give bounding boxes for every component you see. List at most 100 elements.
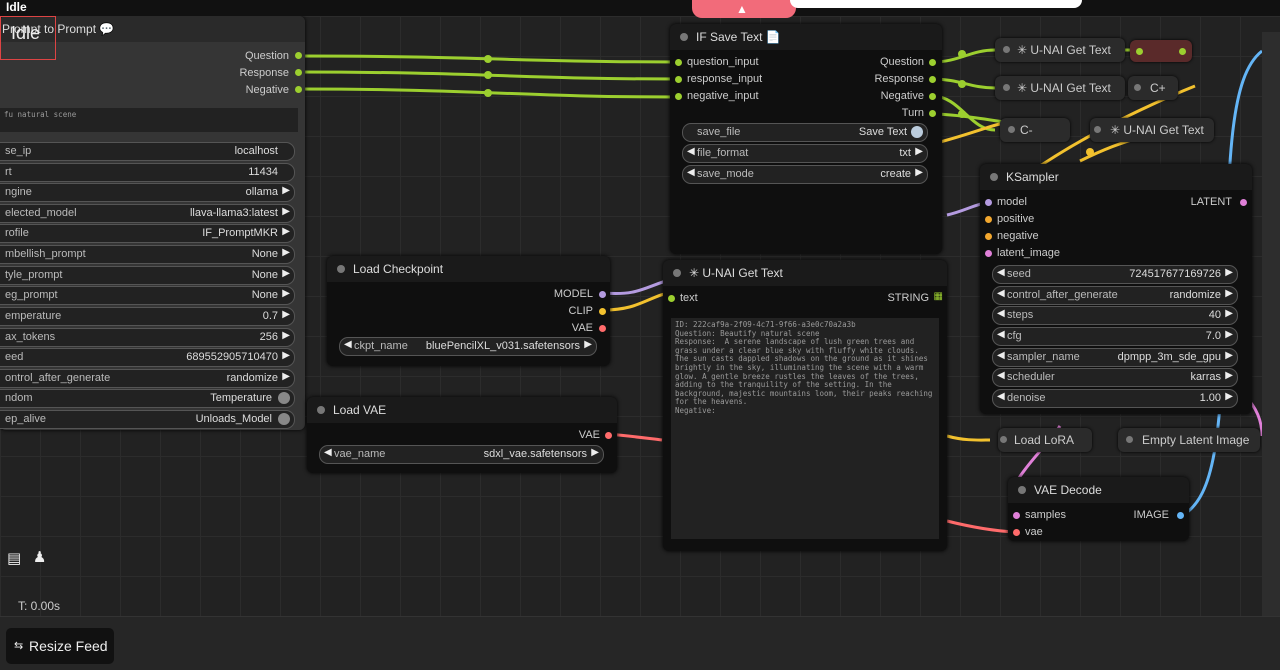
- node-header[interactable]: Load VAE: [307, 397, 617, 423]
- widget-sampler-name[interactable]: ◀ sampler_name dpmpp_3m_sde_gpu ▶: [992, 348, 1238, 367]
- arrow-right-icon[interactable]: ▶: [282, 226, 290, 237]
- node-header[interactable]: IF Save Text 📄: [670, 24, 942, 50]
- input-socket[interactable]: [675, 93, 682, 100]
- widget-save-mode[interactable]: ◀ save_mode create ▶: [682, 165, 928, 184]
- widget-scheduler[interactable]: ◀ scheduler karras ▶: [992, 368, 1238, 387]
- widget-control-after-generate[interactable]: ◀ control_after_generate randomize ▶: [992, 286, 1238, 305]
- arrow-right-icon[interactable]: ▶: [282, 371, 290, 382]
- arrow-right-icon[interactable]: ▶: [1225, 329, 1233, 340]
- collapsed-node-red[interactable]: [1130, 40, 1192, 62]
- arrow-right-icon[interactable]: ▶: [591, 447, 599, 458]
- load-lora-node[interactable]: Load LoRA: [998, 428, 1092, 452]
- input-socket[interactable]: [1136, 48, 1143, 55]
- output-socket[interactable]: [1177, 512, 1184, 519]
- widget-temperature[interactable]: emperature 0.7 ▶: [0, 307, 295, 326]
- output-socket[interactable]: [599, 291, 606, 298]
- arrow-right-icon[interactable]: ▶: [915, 146, 923, 157]
- input-socket[interactable]: [985, 199, 992, 206]
- widget-steps[interactable]: ◀ steps 40 ▶: [992, 306, 1238, 325]
- output-socket[interactable]: [295, 86, 302, 93]
- collapse-dot[interactable]: [673, 269, 681, 277]
- arrow-left-icon[interactable]: ◀: [997, 391, 1005, 402]
- resize-feed-button[interactable]: ⇆ Resize Feed: [6, 628, 114, 664]
- toggle-switch[interactable]: [278, 392, 290, 404]
- widget-seed[interactable]: ◀ seed 724517677169726 ▶: [992, 265, 1238, 284]
- collapse-dot[interactable]: [1126, 436, 1133, 443]
- arrow-right-icon[interactable]: ▶: [282, 288, 290, 299]
- input-socket[interactable]: [675, 59, 682, 66]
- queue-button[interactable]: ▲: [692, 0, 796, 18]
- u-nai-get-text-node[interactable]: ✳ U-NAI Get Text text STRING ▦ ID: 222ca…: [663, 260, 947, 551]
- u-nai-get-text-collapsed-3[interactable]: ✳ U-NAI Get Text: [1090, 118, 1214, 142]
- arrow-right-icon[interactable]: ▶: [282, 309, 290, 320]
- output-socket[interactable]: [295, 52, 302, 59]
- arrow-left-icon[interactable]: ◀: [324, 447, 332, 458]
- output-socket[interactable]: [929, 76, 936, 83]
- widget-ckpt-name[interactable]: ◀ ckpt_name bluePencilXL_v031.safetensors ▶: [339, 337, 597, 356]
- u-nai-get-text-collapsed-1[interactable]: ✳ U-NAI Get Text: [995, 38, 1125, 62]
- arrow-left-icon[interactable]: ◀: [344, 339, 352, 350]
- c-plus-node[interactable]: C+: [1128, 76, 1178, 100]
- widget-control-after-generate[interactable]: ontrol_after_generate randomize ▶: [0, 369, 295, 388]
- widget-denoise[interactable]: ◀ denoise 1.00 ▶: [992, 389, 1238, 408]
- prompt-to-prompt-node[interactable]: Prompt to Prompt 💬 Question Response Neg…: [0, 16, 305, 430]
- collapse-dot[interactable]: [1094, 126, 1101, 133]
- toggle-switch[interactable]: [278, 413, 290, 425]
- widget-base-ip[interactable]: se_ip localhost: [0, 142, 295, 161]
- arrow-left-icon[interactable]: ◀: [997, 267, 1005, 278]
- arrow-left-icon[interactable]: ◀: [997, 288, 1005, 299]
- widget-file-format[interactable]: ◀ file_format txt ▶: [682, 144, 928, 163]
- input-socket[interactable]: [1013, 529, 1020, 536]
- u-nai-get-text-collapsed-2[interactable]: ✳ U-NAI Get Text: [995, 76, 1125, 100]
- output-socket[interactable]: [929, 59, 936, 66]
- arrow-left-icon[interactable]: ◀: [997, 370, 1005, 381]
- arrow-right-icon[interactable]: ▶: [1225, 350, 1233, 361]
- widget-random[interactable]: ndom Temperature: [0, 389, 295, 408]
- input-socket[interactable]: [1013, 512, 1020, 519]
- widget-seed[interactable]: eed 689552905710470 ▶: [0, 348, 295, 367]
- output-socket[interactable]: [1179, 48, 1186, 55]
- arrow-right-icon[interactable]: ▶: [1225, 267, 1233, 278]
- widget-vae-name[interactable]: ◀ vae_name sdxl_vae.safetensors ▶: [319, 445, 604, 464]
- arrow-left-icon[interactable]: ◀: [997, 308, 1005, 319]
- arrow-right-icon[interactable]: ▶: [282, 206, 290, 217]
- arrow-left-icon[interactable]: ◀: [687, 146, 695, 157]
- arrow-right-icon[interactable]: ▶: [282, 268, 290, 279]
- collapse-dot[interactable]: [1008, 126, 1015, 133]
- node-header[interactable]: KSampler: [980, 164, 1252, 190]
- arrow-right-icon[interactable]: ▶: [1225, 370, 1233, 381]
- arrow-right-icon[interactable]: ▶: [282, 247, 290, 258]
- grid-icon[interactable]: ▦: [934, 291, 943, 302]
- if-save-text-node[interactable]: IF Save Text 📄 question_input response_i…: [670, 24, 942, 254]
- output-socket[interactable]: [605, 432, 612, 439]
- output-socket[interactable]: [929, 110, 936, 117]
- widget-port[interactable]: rt 11434: [0, 163, 295, 182]
- arrow-right-icon[interactable]: ▶: [1225, 308, 1233, 319]
- output-socket[interactable]: [929, 93, 936, 100]
- input-prompt-textarea[interactable]: fu natural scene: [0, 108, 298, 132]
- widget-engine[interactable]: ngine ollama ▶: [0, 183, 295, 202]
- bell-icon[interactable]: ♟: [33, 548, 46, 566]
- input-socket[interactable]: [668, 295, 675, 302]
- c-minus-node[interactable]: C-: [1000, 118, 1070, 142]
- widget-selected-model[interactable]: elected_model llava-llama3:latest ▶: [0, 204, 295, 223]
- search-bar[interactable]: [790, 0, 1082, 8]
- vae-decode-node[interactable]: VAE Decode samples vae IMAGE: [1008, 477, 1189, 541]
- arrow-right-icon[interactable]: ▶: [915, 167, 923, 178]
- toggle-switch[interactable]: [911, 126, 923, 138]
- output-socket[interactable]: [1240, 199, 1247, 206]
- empty-latent-image-node[interactable]: Empty Latent Image: [1118, 428, 1260, 452]
- arrow-right-icon[interactable]: ▶: [1225, 288, 1233, 299]
- load-checkpoint-node[interactable]: Load Checkpoint MODEL CLIP VAE ◀ ckpt_nam…: [327, 256, 610, 366]
- widget-style-prompt[interactable]: tyle_prompt None ▶: [0, 266, 295, 285]
- load-vae-node[interactable]: Load VAE VAE ◀ vae_name sdxl_vae.safetenso…: [307, 397, 617, 473]
- collapse-dot[interactable]: [1000, 436, 1007, 443]
- widget-neg-prompt[interactable]: eg_prompt None ▶: [0, 286, 295, 305]
- arrow-right-icon[interactable]: ▶: [282, 330, 290, 341]
- arrow-left-icon[interactable]: ◀: [997, 329, 1005, 340]
- ksampler-node[interactable]: KSampler model positive negative latent_…: [980, 164, 1252, 414]
- collapse-dot[interactable]: [337, 265, 345, 273]
- text-output-area[interactable]: ID: 222caf9a-2f09-4c71-9f66-a3e0c70a2a3b…: [671, 318, 939, 539]
- arrow-left-icon[interactable]: ◀: [997, 350, 1005, 361]
- collapse-dot[interactable]: [1018, 486, 1026, 494]
